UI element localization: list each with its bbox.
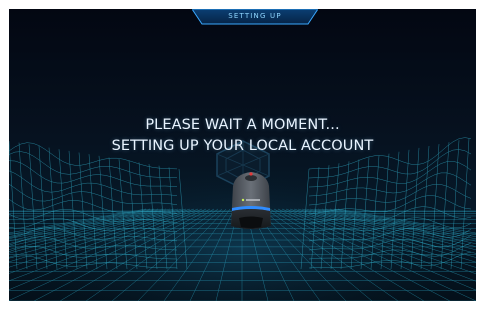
page-title: SETTING UP xyxy=(228,12,282,20)
message-line-setup: SETTING UP YOUR LOCAL ACCOUNT xyxy=(111,138,374,154)
hub-device-icon xyxy=(231,172,271,229)
setup-screen: SETTING UP PLEASE WAIT A MOMENT... SETTI… xyxy=(9,9,476,301)
status-message: PLEASE WAIT A MOMENT... SETTING UP YOUR … xyxy=(9,115,476,157)
message-line-wait: PLEASE WAIT A MOMENT... xyxy=(145,117,340,133)
